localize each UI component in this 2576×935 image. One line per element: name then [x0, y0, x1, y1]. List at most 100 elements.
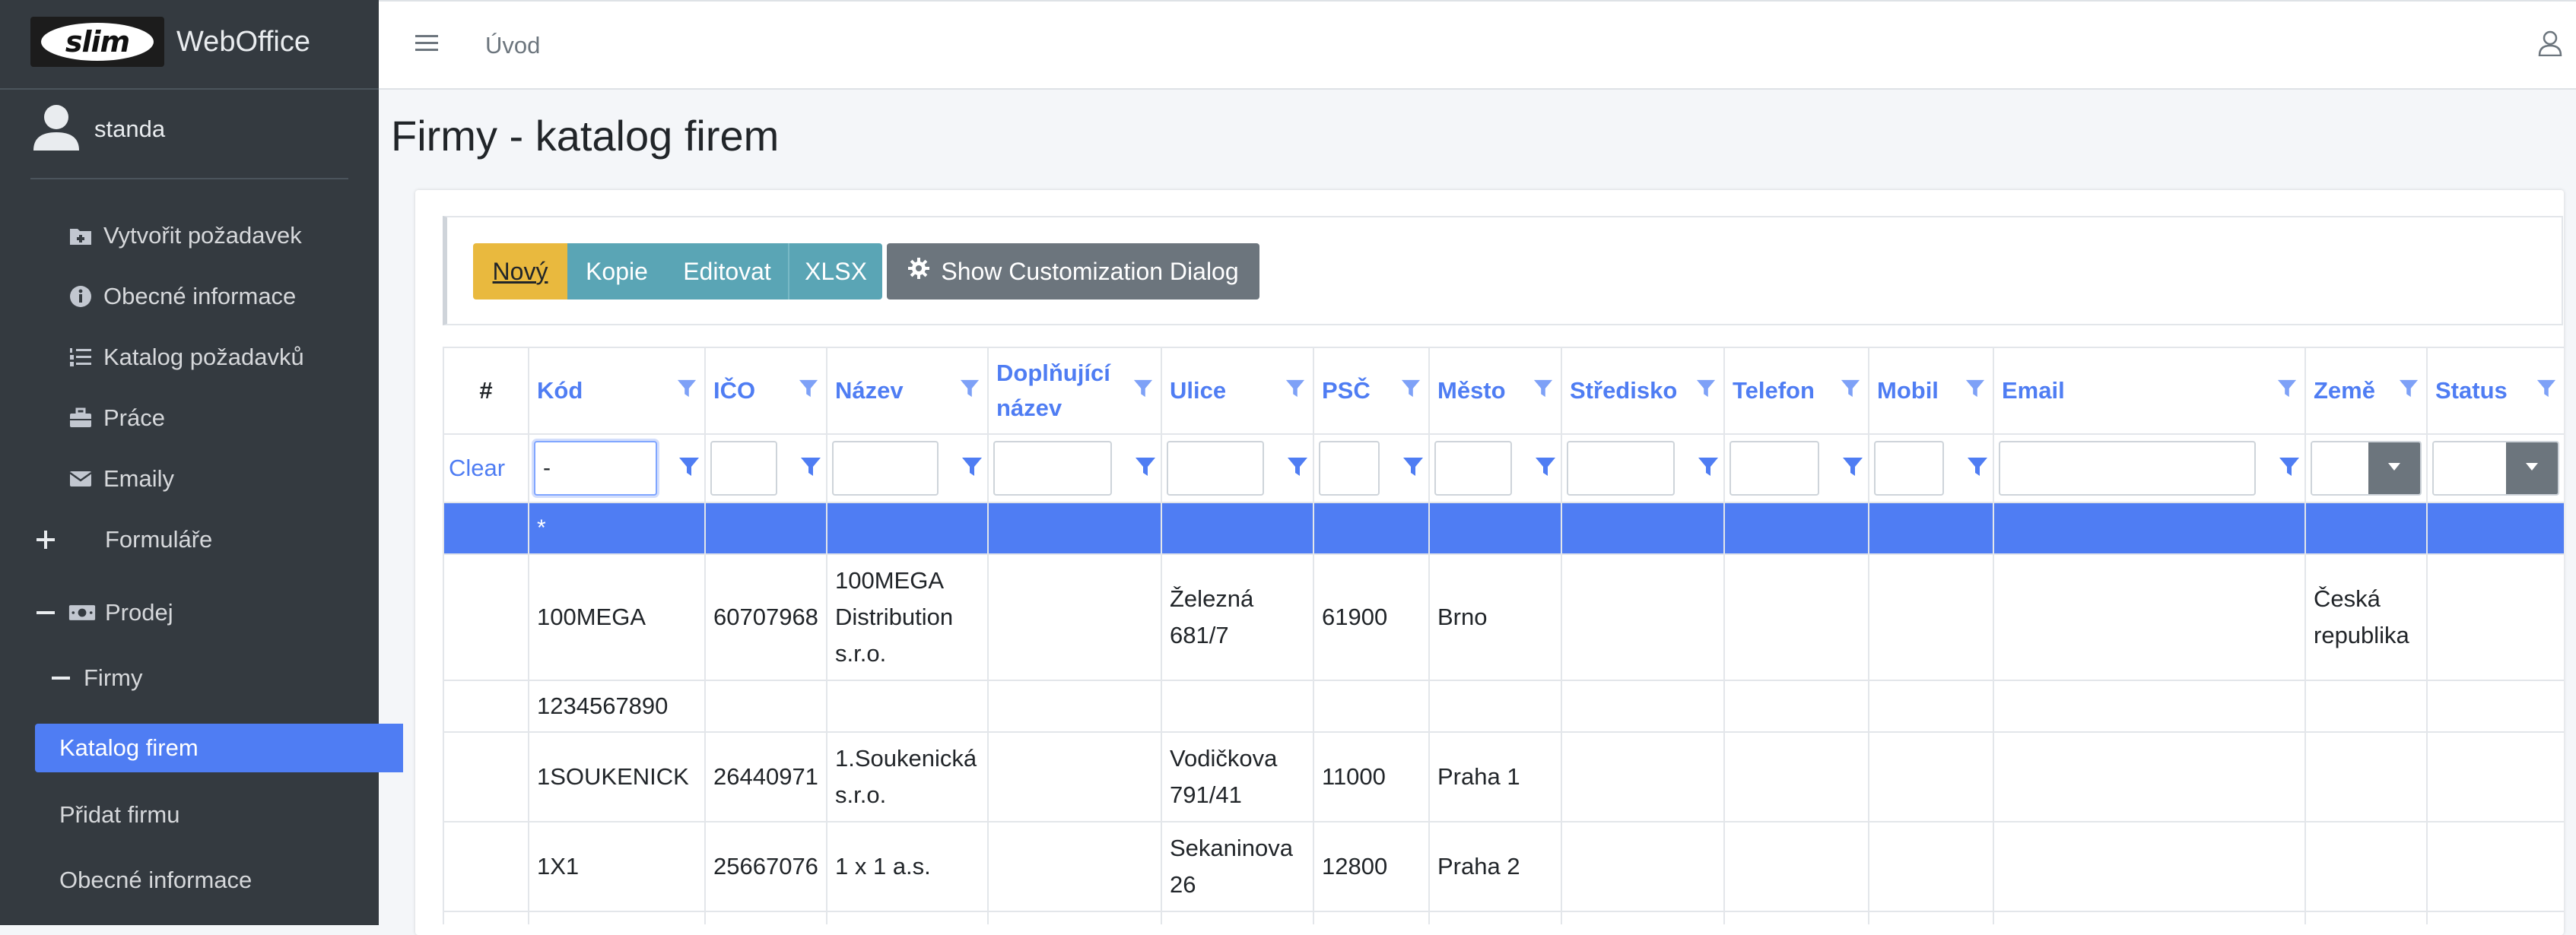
filter-icon[interactable] [1402, 456, 1424, 481]
table-row[interactable]: 1X1 25667076 1 x 1 a.s. Sekaninova 26 12… [443, 821, 2564, 912]
filter-cell-status [2426, 433, 2564, 503]
cell-mobil [1868, 553, 1994, 681]
table-row[interactable]: 1234567890 [443, 680, 2564, 733]
sidebar-item-prodej[interactable]: Prodej [0, 588, 411, 637]
customization-dialog-button[interactable]: Show Customization Dialog [887, 243, 1259, 300]
filter-input-telefon[interactable] [1730, 441, 1819, 496]
column-header-email[interactable]: Email [1993, 347, 2306, 435]
filter-icon[interactable] [2279, 456, 2300, 481]
filter-icon[interactable] [1965, 373, 1985, 408]
cell-status [2426, 553, 2564, 681]
filter-icon[interactable] [1133, 373, 1153, 408]
column-header-mesto[interactable]: Město [1428, 347, 1562, 435]
edit-button[interactable]: Editovat [666, 243, 788, 300]
filter-input-ico[interactable] [710, 441, 777, 496]
sidebar-item-label: Emaily [103, 465, 175, 492]
table-row[interactable]: 1SOUKENICK 26440971 1.Soukenická s.r.o. … [443, 731, 2564, 822]
cell-ico: 25667076 [704, 821, 827, 912]
filter-icon[interactable] [1533, 373, 1553, 408]
filter-icon[interactable] [1698, 456, 1719, 481]
cell-telefon [1723, 821, 1869, 912]
brand-link[interactable]: slim WebOffice [0, 0, 379, 90]
filter-input-doplnujici-nazev[interactable] [993, 441, 1112, 496]
user-menu-icon[interactable] [2538, 30, 2562, 60]
cell-stredisko [1561, 821, 1725, 912]
table-row-partial[interactable] [443, 911, 2564, 924]
column-header-zeme[interactable]: Země [2304, 347, 2428, 435]
copy-button[interactable]: Kopie [567, 243, 666, 300]
sidebar-item-obecne-informace[interactable]: Obecné informace [0, 272, 446, 321]
filter-icon[interactable] [799, 373, 818, 408]
cell-zeme: Česká republika [2304, 553, 2428, 681]
filter-select-zeme[interactable] [2311, 441, 2422, 496]
column-header-telefon[interactable]: Telefon [1723, 347, 1869, 435]
column-header-stredisko[interactable]: Středisko [1561, 347, 1725, 435]
sidebar-item-formulare[interactable]: Formuláře [0, 515, 411, 564]
sidebar-item-prace[interactable]: Práce [0, 394, 446, 442]
filter-input-psc[interactable] [1319, 441, 1380, 496]
breadcrumb-home[interactable]: Úvod [485, 32, 540, 59]
column-header-psc[interactable]: PSČ [1313, 347, 1430, 435]
filter-select-status[interactable] [2432, 441, 2559, 496]
clear-filter-link[interactable]: Clear [449, 455, 505, 481]
sidebar-item-label: Vytvořit požadavek [103, 222, 302, 249]
column-header-label: Země [2314, 377, 2375, 404]
sidebar-item-emaily[interactable]: Emaily [0, 455, 446, 503]
column-header-mobil[interactable]: Mobil [1868, 347, 1994, 435]
page-title: Firmy - katalog firem [391, 112, 780, 160]
filter-icon[interactable] [1285, 373, 1305, 408]
filter-icon[interactable] [2536, 373, 2556, 408]
filter-icon[interactable] [961, 456, 983, 481]
cell-nazev: 1 x 1 a.s. [826, 821, 989, 912]
table-row[interactable]: 100MEGA 60707968 100MEGA Distribution s.… [443, 553, 2564, 681]
filter-input-email[interactable] [1999, 441, 2256, 496]
sidebar-item-label: Katalog požadavků [103, 344, 304, 370]
new-row-cell [443, 502, 529, 555]
column-header-status[interactable]: Status [2426, 347, 2564, 435]
filter-input-kod[interactable]: - [534, 441, 657, 496]
filter-input-nazev[interactable] [832, 441, 939, 496]
filter-icon[interactable] [1967, 456, 1988, 481]
filter-input-mesto[interactable] [1434, 441, 1512, 496]
sidebar-item-firmy[interactable]: Firmy [0, 654, 426, 702]
cell-stredisko [1561, 731, 1725, 822]
hamburger-menu-icon[interactable] [415, 33, 438, 57]
sidebar-item-label: Prodej [105, 599, 173, 626]
sidebar-item-pridat-firmu[interactable]: Přidat firmu [0, 791, 438, 839]
filter-icon[interactable] [677, 373, 697, 408]
filter-icon[interactable] [800, 456, 821, 481]
filter-icon[interactable] [1696, 373, 1716, 408]
user-panel[interactable]: standa [30, 102, 348, 179]
filter-icon[interactable] [1401, 373, 1421, 408]
column-header-kod[interactable]: Kód [528, 347, 706, 435]
column-header-ico[interactable]: IČO [704, 347, 827, 435]
cell-nazev [826, 680, 989, 733]
export-xlsx-button[interactable]: XLSX [788, 243, 882, 300]
filter-cell-psc [1313, 433, 1430, 503]
column-header-ulice[interactable]: Ulice [1161, 347, 1314, 435]
new-button[interactable]: Nový [473, 243, 567, 300]
new-row[interactable]: * [443, 502, 2564, 555]
filter-input-mobil[interactable] [1874, 441, 1944, 496]
column-header-doplnujici-nazev[interactable]: Doplňující název [987, 347, 1162, 435]
filter-icon[interactable] [1287, 456, 1308, 481]
column-header-nazev[interactable]: Název [826, 347, 989, 435]
filter-icon[interactable] [1135, 456, 1156, 481]
filter-icon[interactable] [1535, 456, 1556, 481]
filter-input-stredisko[interactable] [1567, 441, 1675, 496]
filter-icon[interactable] [960, 373, 980, 408]
sidebar-item-katalog-firem[interactable]: Katalog firem [35, 724, 403, 772]
filter-icon[interactable] [2277, 373, 2297, 408]
filter-icon[interactable] [2399, 373, 2419, 408]
filter-input-ulice[interactable] [1167, 441, 1264, 496]
sidebar-item-vytvorit-pozadavek[interactable]: Vytvořit požadavek [0, 211, 446, 260]
column-header-label: IČO [713, 377, 756, 404]
sidebar-item-obecne-informace-firmy[interactable]: Obecné informace [0, 856, 438, 905]
filter-icon[interactable] [678, 456, 700, 481]
gear-icon [907, 257, 930, 286]
filter-icon[interactable] [1842, 456, 1863, 481]
sidebar-item-katalog-pozadavku[interactable]: Katalog požadavků [0, 333, 446, 382]
filter-cell-doplnujici-nazev [987, 433, 1162, 503]
column-header-label: Telefon [1733, 377, 1815, 404]
filter-icon[interactable] [1841, 373, 1860, 408]
